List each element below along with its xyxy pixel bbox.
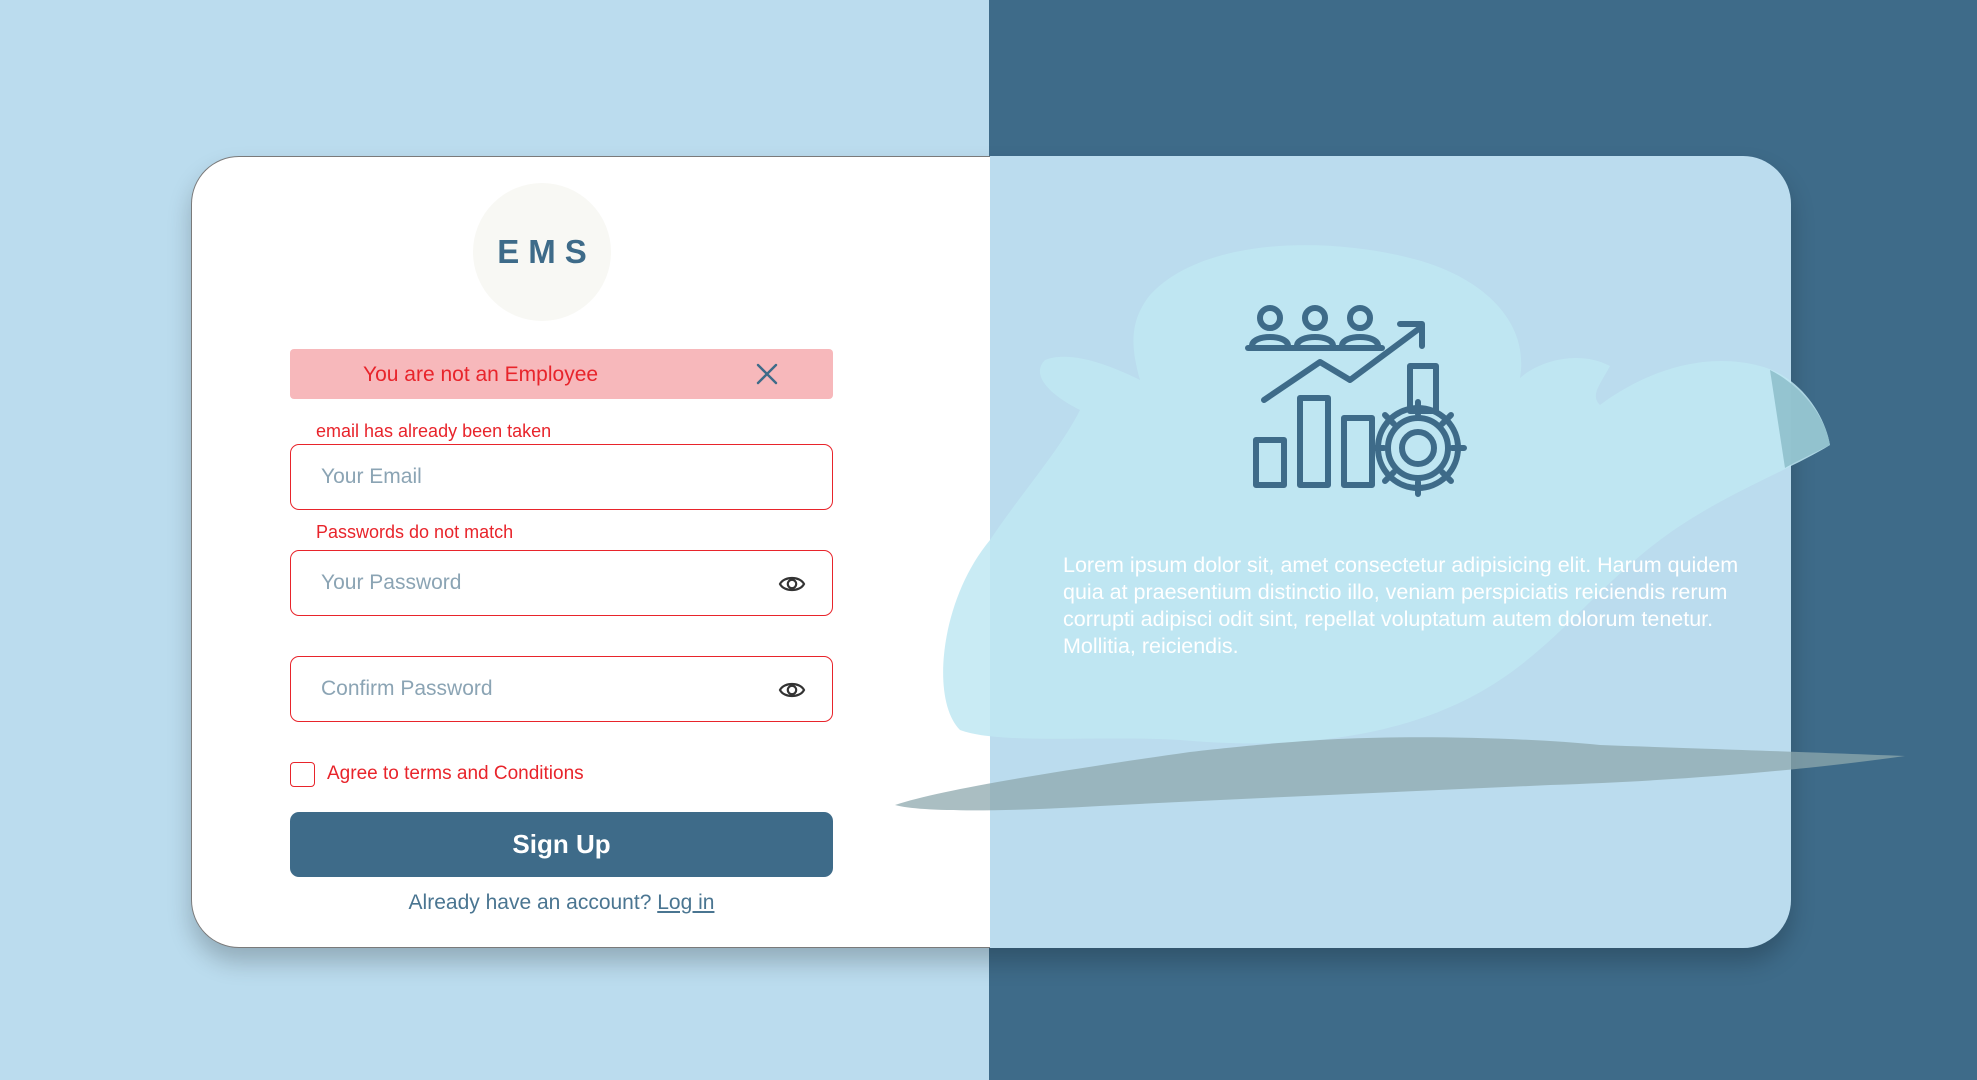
eye-icon[interactable] — [778, 677, 806, 703]
sign-up-button[interactable]: Sign Up — [290, 812, 833, 877]
email-field-wrapper — [290, 444, 833, 510]
login-prompt: Already have an account? Log in — [290, 891, 833, 915]
confirm-password-field[interactable] — [321, 657, 761, 721]
password-error: Passwords do not match — [316, 522, 514, 542]
info-text: Lorem ipsum dolor sit, amet consectetur … — [1063, 553, 1739, 658]
alert-message: You are not an Employee — [363, 363, 599, 386]
login-link[interactable]: Log in — [657, 891, 714, 914]
password-field-wrapper — [290, 550, 833, 616]
close-icon[interactable] — [755, 362, 779, 386]
terms-checkbox[interactable] — [290, 762, 315, 787]
email-error: email has already been taken — [316, 421, 552, 441]
error-alert: You are not an Employee — [290, 349, 833, 399]
team-growth-chart-gear-icon — [1245, 305, 1467, 497]
eye-icon[interactable] — [778, 571, 806, 597]
confirm-password-field-wrapper — [290, 656, 833, 722]
ems-logo: EMS — [473, 183, 611, 321]
password-field[interactable] — [321, 551, 761, 615]
login-prompt-text: Already have an account? — [408, 891, 652, 914]
terms-label[interactable]: Agree to terms and Conditions — [327, 763, 584, 785]
email-field[interactable] — [321, 445, 761, 509]
